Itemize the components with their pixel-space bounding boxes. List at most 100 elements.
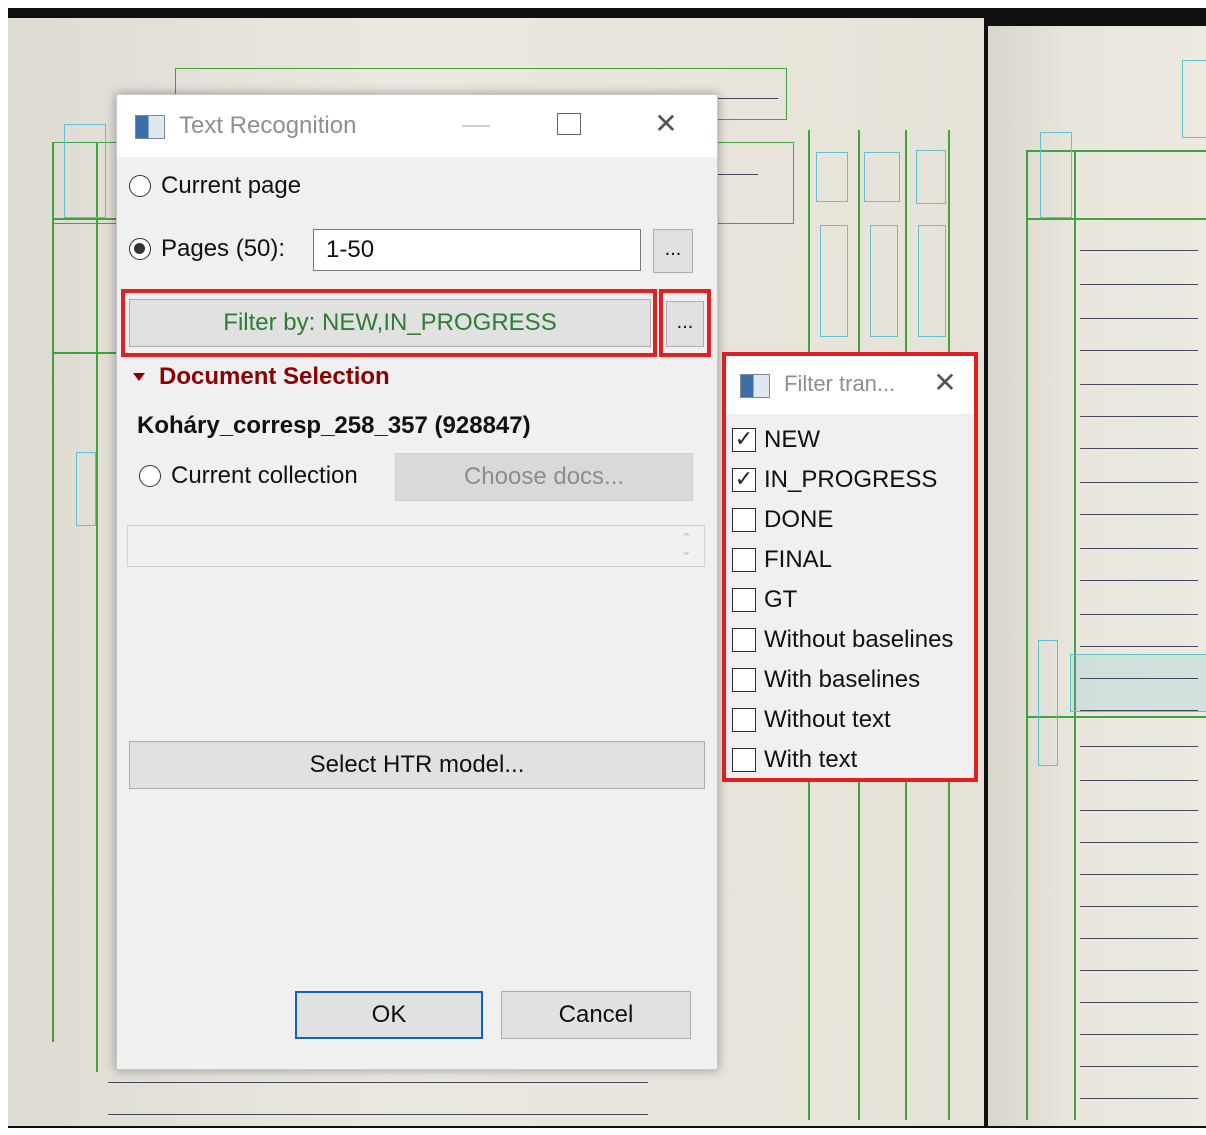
column-line: [96, 142, 98, 1072]
filter-option-label: With baselines: [764, 666, 921, 693]
cell-overlay: [64, 124, 106, 218]
close-icon[interactable]: ✕: [651, 109, 681, 139]
filter-option-label: NEW: [764, 426, 820, 453]
document-spinner[interactable]: ⌃ ⌄: [127, 525, 705, 567]
cell-overlay: [820, 225, 848, 337]
text-recognition-dialog: Text Recognition — ✕ Current page Pages …: [116, 94, 718, 1070]
row-line: [52, 218, 116, 220]
popup-title: Filter tran...: [784, 371, 896, 396]
app-icon: [135, 115, 165, 139]
row-line: [1026, 218, 1206, 220]
handwriting-line: [1079, 240, 1203, 251]
pages-label: Pages (50):: [161, 235, 286, 262]
cell-overlay: [870, 225, 898, 337]
cell-overlay: [1040, 132, 1072, 218]
triangle-down-icon[interactable]: [133, 373, 145, 381]
maximize-icon[interactable]: [557, 113, 581, 135]
filter-checkbox[interactable]: [732, 748, 756, 772]
check-icon: ✓: [734, 426, 754, 451]
handwriting-line: [717, 88, 783, 99]
column-line: [1074, 150, 1076, 1120]
handwriting-line: [1079, 274, 1203, 285]
dialog-title: Text Recognition: [179, 112, 357, 139]
handwriting-line: [1079, 1024, 1203, 1035]
handwriting-line: [107, 1104, 653, 1115]
spinner-icon[interactable]: ⌃ ⌄: [680, 531, 692, 557]
filter-checkbox[interactable]: [732, 588, 756, 612]
handwriting-line: [1079, 928, 1203, 939]
select-htr-model-button[interactable]: Select HTR model...: [129, 741, 705, 789]
handwriting-line: [1079, 472, 1203, 483]
handwriting-line: [1079, 700, 1203, 711]
document-name: Koháry_corresp_258_357 (928847): [137, 412, 531, 439]
column-line: [1026, 150, 1028, 1120]
current-collection-label: Current collection: [171, 462, 358, 489]
handwriting-line: [1079, 832, 1203, 843]
handwriting-line: [1079, 770, 1203, 781]
handwriting-line: [1079, 636, 1203, 647]
handwriting-line: [1079, 668, 1203, 679]
ok-button[interactable]: OK: [295, 991, 483, 1039]
choose-docs-button[interactable]: Choose docs...: [395, 453, 693, 501]
filter-more-highlight: [659, 289, 711, 357]
handwriting-line: [1079, 800, 1203, 811]
close-icon[interactable]: ✕: [930, 368, 960, 398]
cell-overlay: [1038, 640, 1058, 766]
handwriting-line: [1079, 438, 1203, 449]
filter-checkbox[interactable]: [732, 548, 756, 572]
filter-checkbox[interactable]: [732, 668, 756, 692]
check-icon: ✓: [734, 466, 754, 491]
pages-radio[interactable]: [129, 238, 151, 260]
handwriting-line: [717, 164, 763, 175]
filter-transcripts-popup: Filter tran... ✕ ✓ NEW ✓ IN_PROGRESS DONE FIN…: [722, 352, 978, 782]
filter-option-label: With text: [764, 746, 858, 773]
filter-checkbox[interactable]: ✓: [732, 428, 756, 452]
dialog-titlebar: Text Recognition — ✕: [117, 95, 717, 157]
popup-titlebar: Filter tran... ✕: [726, 356, 974, 414]
handwriting-line: [1079, 374, 1203, 385]
document-selection-header[interactable]: Document Selection: [159, 363, 390, 391]
filter-option-label: IN_PROGRESS: [764, 466, 938, 493]
cell-overlay: [916, 150, 946, 204]
column-line: [52, 142, 54, 1042]
handwriting-line: [1079, 406, 1203, 417]
pages-browse-button[interactable]: ...: [653, 229, 693, 273]
filter-option-label: Without text: [764, 706, 891, 733]
handwriting-line: [1079, 1056, 1203, 1067]
handwriting-line: [107, 1072, 653, 1083]
current-page-radio[interactable]: [129, 175, 151, 197]
handwriting-line: [1079, 864, 1203, 875]
pages-input[interactable]: [313, 229, 641, 271]
cell-overlay: [1182, 60, 1206, 138]
handwriting-line: [1079, 308, 1203, 319]
filter-checkbox[interactable]: ✓: [732, 468, 756, 492]
handwriting-line: [1079, 736, 1203, 747]
handwriting-line: [1079, 570, 1203, 581]
cell-overlay: [918, 225, 946, 337]
handwriting-line: [1079, 896, 1203, 907]
cancel-button[interactable]: Cancel: [501, 991, 691, 1039]
current-collection-radio[interactable]: [139, 465, 161, 487]
cell-overlay: [816, 152, 848, 202]
handwriting-line: [1079, 340, 1203, 351]
filter-option-label: GT: [764, 586, 798, 613]
cell-overlay: [76, 452, 96, 526]
handwriting-line: [1079, 538, 1203, 549]
handwriting-line: [1079, 604, 1203, 615]
filter-option-label: Without baselines: [764, 626, 954, 653]
filter-checkbox[interactable]: [732, 508, 756, 532]
handwriting-line: [1079, 960, 1203, 971]
minimize-icon[interactable]: —: [461, 109, 491, 139]
handwriting-line: [1079, 1088, 1203, 1099]
row-line: [52, 352, 116, 354]
cell-overlay: [864, 152, 900, 202]
handwriting-line: [1079, 992, 1203, 1003]
filter-checkbox[interactable]: [732, 708, 756, 732]
handwriting-line: [1079, 504, 1203, 515]
filter-option-label: DONE: [764, 506, 834, 533]
filter-button-highlight: [121, 289, 657, 357]
filter-option-label: FINAL: [764, 546, 833, 573]
app-icon: [740, 374, 770, 398]
current-page-label: Current page: [161, 172, 302, 199]
filter-checkbox[interactable]: [732, 628, 756, 652]
